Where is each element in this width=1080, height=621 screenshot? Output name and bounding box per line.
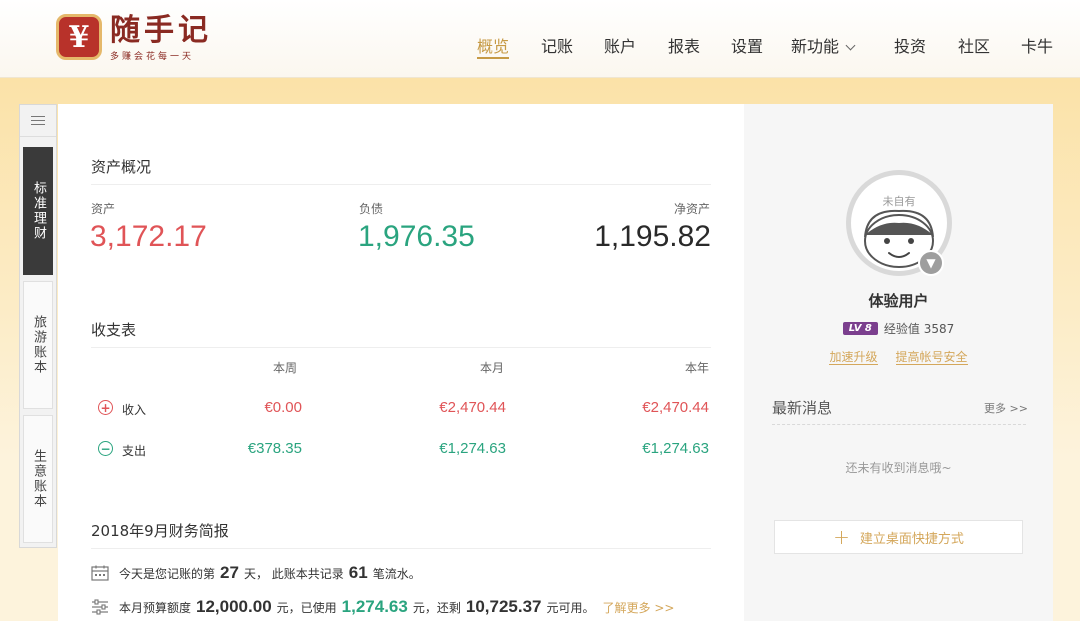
speed-upgrade-link[interactable]: 加速升级 xyxy=(829,350,878,365)
report-days-line: 今天是您记账的第 27 天， 此账本共记录 61 笔流水。 xyxy=(91,562,421,583)
report-text: 笔流水。 xyxy=(372,567,421,581)
improve-security-link[interactable]: 提高帐号安全 xyxy=(895,350,968,365)
nav-invest[interactable]: 投资 xyxy=(894,33,926,57)
profile-sidebar: 未自有 ▼ 体验用户 LV 8 经验值 3587 加速升级 提高帐号安全 最新消… xyxy=(744,104,1053,621)
income-label: 收入 xyxy=(122,403,147,417)
brand-logo[interactable]: ¥ 随手记 多赚会花每一天 xyxy=(56,14,212,62)
level-badge: LV 8 xyxy=(842,322,878,335)
minus-circle-icon: − xyxy=(98,441,113,456)
brand-slogan: 多赚会花每一天 xyxy=(110,52,195,62)
report-text: 元，还剩 xyxy=(412,601,461,615)
expense-label: 支出 xyxy=(122,444,147,458)
asset-label: 资产 xyxy=(91,202,116,216)
create-shortcut-label: 建立桌面快捷方式 xyxy=(859,531,964,547)
expense-month: €1,274.63 xyxy=(439,440,506,457)
divider xyxy=(91,548,711,549)
expense-year: €1,274.63 xyxy=(642,440,709,457)
diamond-badge-icon: ▼ xyxy=(918,250,944,276)
plus-circle-icon: + xyxy=(98,400,113,415)
experience-value: 经验值 3587 xyxy=(883,322,955,336)
income-month: €2,470.44 xyxy=(439,399,506,416)
report-text: 今天是您记账的第 xyxy=(119,567,216,581)
nav-new-features[interactable]: 新功能 xyxy=(791,33,856,57)
chevron-down-icon xyxy=(845,40,856,51)
asset-value: 3,172.17 xyxy=(90,220,207,253)
nav-bookkeeping[interactable]: 记账 xyxy=(541,33,573,57)
nav-community[interactable]: 社区 xyxy=(958,33,990,57)
username: 体验用户 xyxy=(868,292,929,310)
plus-icon: + xyxy=(833,525,850,549)
news-more-link[interactable]: 更多 >> xyxy=(984,400,1028,416)
nav-new-features-label: 新功能 xyxy=(791,37,840,56)
report-title: 2018年9月财务简报 xyxy=(91,522,229,540)
learn-more-link[interactable]: 了解更多 >> xyxy=(603,599,675,616)
create-shortcut-button[interactable]: + 建立桌面快捷方式 xyxy=(774,520,1023,554)
yen-logo-icon: ¥ xyxy=(56,14,102,60)
liability-value: 1,976.35 xyxy=(358,220,475,253)
news-title: 最新消息 xyxy=(772,399,833,417)
used-amount: 1,274.63 xyxy=(341,597,408,616)
calendar-icon xyxy=(91,565,109,581)
divider xyxy=(91,184,711,185)
level-row: LV 8 经验值 3587 xyxy=(744,320,1053,337)
report-text: 天， 此账本共记录 xyxy=(243,567,344,581)
ledger-tab-travel[interactable]: 旅游账本 xyxy=(23,281,53,409)
avatar-label: 未自有 xyxy=(883,194,916,208)
report-text: 元可用。 xyxy=(546,601,595,615)
col-month: 本月 xyxy=(480,361,505,375)
record-days: 27 xyxy=(220,563,239,582)
report-text: 元，已使用 xyxy=(276,601,337,615)
sliders-icon xyxy=(92,599,108,615)
main-panel: 资产概况 资产 3,172.17 负债 1,976.35 净资产 1,195.8… xyxy=(58,104,744,621)
top-header: ¥ 随手记 多赚会花每一天 概览 记账 账户 报表 设置 新功能 投资 社区 卡… xyxy=(0,0,1080,78)
nav-accounts[interactable]: 账户 xyxy=(604,33,636,57)
ledger-tabs: 标准理财 旅游账本 生意账本 xyxy=(19,104,57,548)
income-week: €0.00 xyxy=(264,399,302,416)
assets-title: 资产概况 xyxy=(91,158,152,176)
divider xyxy=(91,347,711,348)
ledger-tab-standard[interactable]: 标准理财 xyxy=(23,147,53,275)
col-week: 本周 xyxy=(273,361,298,375)
income-year: €2,470.44 xyxy=(642,399,709,416)
liability-label: 负债 xyxy=(359,202,384,216)
net-asset-value: 1,195.82 xyxy=(594,220,711,253)
profile-links: 加速升级 提高帐号安全 xyxy=(744,350,1053,365)
remaining-amount: 10,725.37 xyxy=(465,597,542,616)
income-expense-title: 收支表 xyxy=(91,321,137,339)
nav-card[interactable]: 卡牛 xyxy=(1021,33,1053,57)
brand-name: 随手记 xyxy=(110,13,212,48)
record-count: 61 xyxy=(348,563,368,582)
net-asset-label: 净资产 xyxy=(673,202,710,216)
hamburger-icon xyxy=(31,116,45,125)
report-budget-line: 本月预算额度 12,000.00 元，已使用 1,274.63 元，还剩 10,… xyxy=(91,596,674,617)
nav-reports[interactable]: 报表 xyxy=(668,33,700,57)
nav-overview[interactable]: 概览 xyxy=(477,33,510,59)
menu-toggle[interactable] xyxy=(20,105,56,137)
news-empty-text: 还未有收到消息哦~ xyxy=(845,461,952,475)
budget-amount: 12,000.00 xyxy=(196,597,272,616)
expense-week: €378.35 xyxy=(247,440,302,457)
ledger-tab-business[interactable]: 生意账本 xyxy=(23,415,53,543)
report-text: 本月预算额度 xyxy=(119,601,192,615)
divider xyxy=(772,424,1026,425)
nav-settings[interactable]: 设置 xyxy=(731,33,763,57)
col-year: 本年 xyxy=(685,361,710,375)
